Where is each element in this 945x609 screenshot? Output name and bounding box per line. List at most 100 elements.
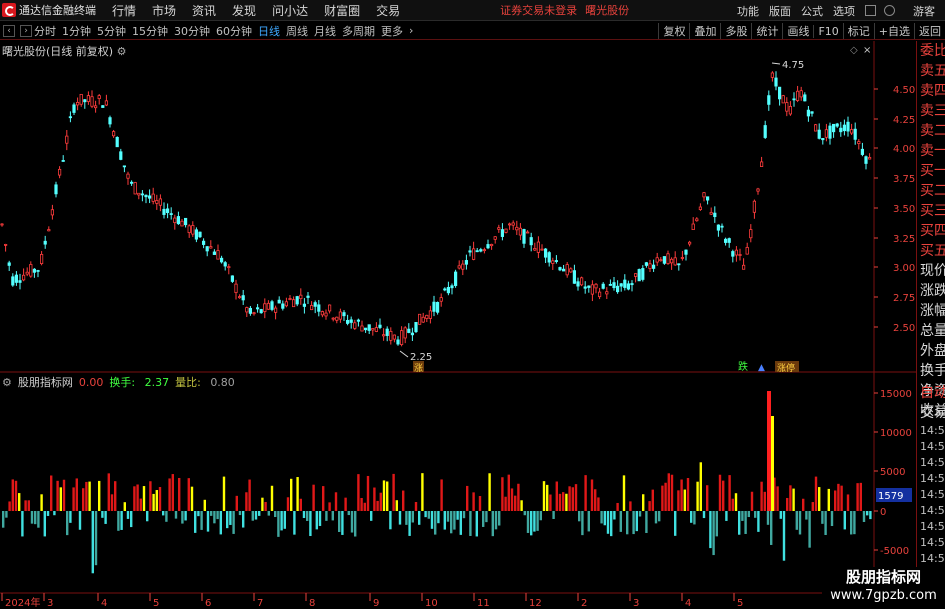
draw-line-button[interactable]: 画线 bbox=[782, 23, 813, 39]
indicator-bar-up bbox=[414, 501, 418, 511]
candle-body bbox=[50, 209, 55, 216]
ind-tick-label: 10000 bbox=[880, 428, 912, 439]
indicator-name[interactable]: 股朋指标网 bbox=[18, 374, 73, 390]
menu-item-options[interactable]: 选项 bbox=[833, 3, 855, 19]
watermark-title: 股朋指标网 bbox=[845, 568, 921, 586]
mark-button[interactable]: 标记 bbox=[842, 23, 874, 39]
candle-body bbox=[147, 195, 152, 199]
stats-button[interactable]: 统计 bbox=[751, 23, 782, 39]
indicator-bar-down bbox=[30, 511, 34, 524]
settings-icon[interactable]: ⚙ bbox=[2, 376, 12, 389]
indicator-bar-down bbox=[494, 511, 498, 530]
indicator-bar-up bbox=[837, 483, 840, 511]
indicator-bar-down bbox=[5, 511, 8, 518]
side-item: 卖三 bbox=[920, 103, 945, 119]
menu-item-layout[interactable]: 版面 bbox=[769, 3, 791, 19]
candle-body bbox=[749, 229, 753, 239]
indicator-bar-down bbox=[120, 511, 123, 530]
menu-item-ask[interactable]: 问小达 bbox=[272, 2, 308, 19]
return-button[interactable]: 返回 bbox=[914, 23, 945, 39]
menu-item-news[interactable]: 资讯 bbox=[192, 2, 216, 19]
tab-1min[interactable]: 1分钟 bbox=[62, 23, 91, 39]
menu-item-market[interactable]: 市场 bbox=[152, 2, 176, 19]
indicator-bar-down bbox=[747, 511, 750, 518]
tab-weekly[interactable]: 周线 bbox=[286, 23, 308, 39]
login-status[interactable]: 证券交易未登录 bbox=[500, 2, 577, 18]
tab-60min[interactable]: 60分钟 bbox=[216, 23, 252, 39]
indicator-bar-up bbox=[651, 489, 654, 511]
side-item: 卖五 bbox=[920, 63, 945, 79]
tab-more[interactable]: 更多 bbox=[381, 23, 403, 39]
indicator-bar-down bbox=[213, 511, 216, 524]
indicator-bar-up bbox=[357, 474, 360, 511]
menu-item-discover[interactable]: 发现 bbox=[232, 2, 256, 19]
candle-body bbox=[295, 296, 299, 305]
date-tick-label: 10 bbox=[425, 598, 438, 609]
add-watchlist-button[interactable]: +自选 bbox=[873, 23, 914, 39]
forward-nav-icon[interactable]: › bbox=[20, 24, 32, 37]
menu-item-trade[interactable]: 交易 bbox=[376, 2, 400, 19]
menu-item-function[interactable]: 功能 bbox=[737, 3, 759, 19]
candle-body bbox=[237, 296, 242, 299]
candle-body bbox=[536, 241, 541, 253]
candle-body bbox=[32, 268, 37, 273]
indicator-bar-up bbox=[510, 488, 514, 511]
guest-label[interactable]: 游客 bbox=[913, 3, 935, 19]
tab-monthly[interactable]: 月线 bbox=[314, 23, 336, 39]
candle-body bbox=[165, 208, 170, 213]
price-chart[interactable]: 4.50 4.25 4.00 3.75 3.50 3.25 3.00 2.75 2.50 150… bbox=[0, 41, 916, 609]
minimize-icon[interactable] bbox=[865, 5, 876, 16]
tab-daily[interactable]: 日线 bbox=[258, 23, 280, 39]
candle-body bbox=[144, 194, 148, 198]
indicator-bar-down bbox=[21, 511, 24, 537]
candle-body bbox=[371, 328, 375, 331]
indicator-bar-up bbox=[488, 473, 491, 511]
candle-body bbox=[162, 208, 166, 215]
overlay-button[interactable]: 叠加 bbox=[689, 23, 720, 39]
tab-5min[interactable]: 5分钟 bbox=[97, 23, 126, 39]
candle-body bbox=[554, 260, 559, 262]
indicator-bar-down bbox=[162, 511, 165, 516]
date-tick-label: 7 bbox=[257, 598, 263, 609]
indicator-bar-down bbox=[539, 511, 542, 521]
tab-30min[interactable]: 30分钟 bbox=[174, 23, 210, 39]
indicator-bar-up bbox=[18, 493, 21, 511]
menu-item-wealth[interactable]: 财富圈 bbox=[324, 2, 360, 19]
indicator-bar-up bbox=[392, 473, 395, 511]
multi-stock-button[interactable]: 多股 bbox=[720, 23, 751, 39]
side-item: 14:56 bbox=[920, 520, 945, 533]
indicator-bar-up bbox=[149, 481, 152, 511]
candle-body bbox=[641, 268, 645, 280]
candle-body bbox=[79, 93, 83, 105]
indicator-bar-up bbox=[155, 490, 158, 511]
turnover-label-text: 换手: bbox=[109, 376, 136, 389]
tab-multi-period[interactable]: 多周期 bbox=[342, 23, 375, 39]
candle-body bbox=[129, 181, 134, 184]
f10-button[interactable]: F10 bbox=[813, 24, 842, 38]
indicator-bar-up bbox=[75, 478, 78, 511]
candle-body bbox=[119, 151, 123, 160]
close-icon[interactable]: × bbox=[863, 45, 871, 56]
menu-item-formula[interactable]: 公式 bbox=[801, 3, 823, 19]
back-nav-icon[interactable]: ‹ bbox=[3, 24, 15, 37]
indicator-bar-up bbox=[763, 491, 766, 511]
tab-intraday[interactable]: 分时 bbox=[34, 23, 56, 39]
indicator-bar-down bbox=[37, 511, 40, 528]
candle-body bbox=[335, 316, 339, 321]
date-tick-label: 11 bbox=[477, 598, 490, 609]
indicator-bar-down bbox=[251, 511, 254, 521]
adjust-button[interactable]: 复权 bbox=[658, 23, 689, 39]
tab-15min[interactable]: 15分钟 bbox=[132, 23, 168, 39]
diamond-icon[interactable]: ◇ bbox=[850, 45, 858, 56]
indicator-bar-up bbox=[270, 485, 274, 511]
indicator-bar-up bbox=[88, 481, 91, 511]
candle-body bbox=[180, 220, 184, 227]
gear-icon[interactable] bbox=[884, 5, 895, 16]
candle-body bbox=[666, 253, 670, 265]
candle-body bbox=[659, 259, 663, 262]
chevron-right-icon[interactable]: › bbox=[409, 24, 413, 37]
indicator-bar-down bbox=[302, 511, 306, 519]
candle-body bbox=[709, 212, 713, 215]
price-tick-label: 4.25 bbox=[893, 115, 915, 126]
menu-item-quotes[interactable]: 行情 bbox=[112, 2, 136, 19]
